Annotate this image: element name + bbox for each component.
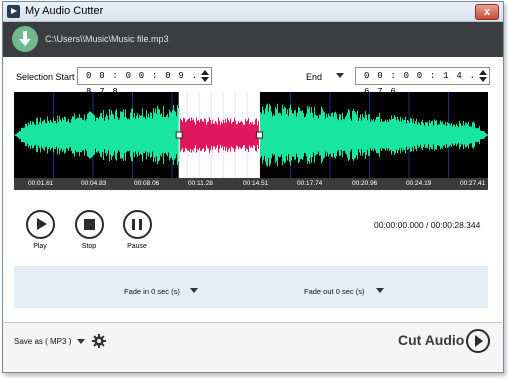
download-icon[interactable] xyxy=(12,26,38,52)
selection-start-input[interactable]: 0 0 : 0 0 : 0 9 . 8 7 8 xyxy=(77,67,212,97)
timeline-tick-label: 00:04.83 xyxy=(81,180,107,187)
timeline-tick-label: 00:01.61 xyxy=(28,180,54,187)
selection-handle[interactable] xyxy=(255,131,263,139)
timeline-tick-label: 00:08.06 xyxy=(134,180,160,187)
stop-icon xyxy=(83,219,95,230)
end-label: End xyxy=(306,72,323,82)
play-label: Play xyxy=(33,243,47,250)
file-path-bar: C:\Users\\Music\Music file.mp3 xyxy=(3,22,503,57)
end-spinner[interactable] xyxy=(479,69,487,83)
stop-control[interactable]: Stop xyxy=(74,210,104,250)
title-bar: My Audio Cutter x xyxy=(3,2,503,22)
selection-end-input[interactable]: 0 0 : 0 0 : 1 4 . 6 7 6 xyxy=(355,67,490,97)
file-path: C:\Users\\Music\Music file.mp3 xyxy=(45,34,169,44)
pause-icon xyxy=(131,219,135,230)
timeline-tick-label: 00:27.41 xyxy=(460,180,486,187)
gear-icon[interactable] xyxy=(92,334,106,348)
start-spinner[interactable] xyxy=(201,69,209,83)
pause-control[interactable]: Pause xyxy=(122,210,152,250)
duration-display: 00:00:00.000 / 00:00:28.344 xyxy=(374,220,481,230)
stop-label: Stop xyxy=(81,243,97,250)
app-icon xyxy=(7,5,20,18)
fade-in-dropdown-icon[interactable] xyxy=(190,288,198,293)
play-icon xyxy=(36,218,47,230)
fade-in-label: Fade in 0 sec (s) xyxy=(124,287,180,296)
close-button[interactable]: x xyxy=(475,4,499,20)
spin-down-icon[interactable] xyxy=(201,77,209,82)
spin-up-icon[interactable] xyxy=(201,70,209,75)
window-title: My Audio Cutter xyxy=(25,5,104,17)
timeline-tick-label: 00:17.74 xyxy=(297,180,323,187)
spin-up-icon[interactable] xyxy=(479,70,487,75)
end-dropdown-icon[interactable] xyxy=(336,73,344,78)
timeline-tick-label: 00:14.51 xyxy=(243,180,269,187)
timeline-tick-label: 00:11.28 xyxy=(188,180,213,187)
fade-out-dropdown-icon[interactable] xyxy=(376,288,384,293)
selection-handle[interactable] xyxy=(175,131,183,139)
cut-audio-button[interactable] xyxy=(466,329,490,353)
spin-down-icon[interactable] xyxy=(479,77,487,82)
play-control[interactable]: Play xyxy=(25,210,55,250)
fade-panel xyxy=(14,266,488,308)
timeline-tick-label: 00:24.19 xyxy=(406,180,432,187)
pause-icon-bar xyxy=(138,219,142,230)
cut-audio-label[interactable]: Cut Audio xyxy=(398,332,464,348)
pause-label: Pause xyxy=(127,243,147,250)
pause-button[interactable] xyxy=(122,210,152,239)
save-as-label[interactable]: Save as ( MP3 ) xyxy=(14,337,71,346)
save-as-dropdown-icon[interactable] xyxy=(77,339,85,344)
play-button[interactable] xyxy=(25,210,55,239)
fade-out-label: Fade out 0 sec (s) xyxy=(304,287,365,296)
timeline-tick-label: 00:20.96 xyxy=(352,180,378,187)
waveform-display[interactable] xyxy=(14,92,488,178)
selection-start-label: Selection Start xyxy=(16,72,75,82)
stop-button[interactable] xyxy=(74,210,104,239)
